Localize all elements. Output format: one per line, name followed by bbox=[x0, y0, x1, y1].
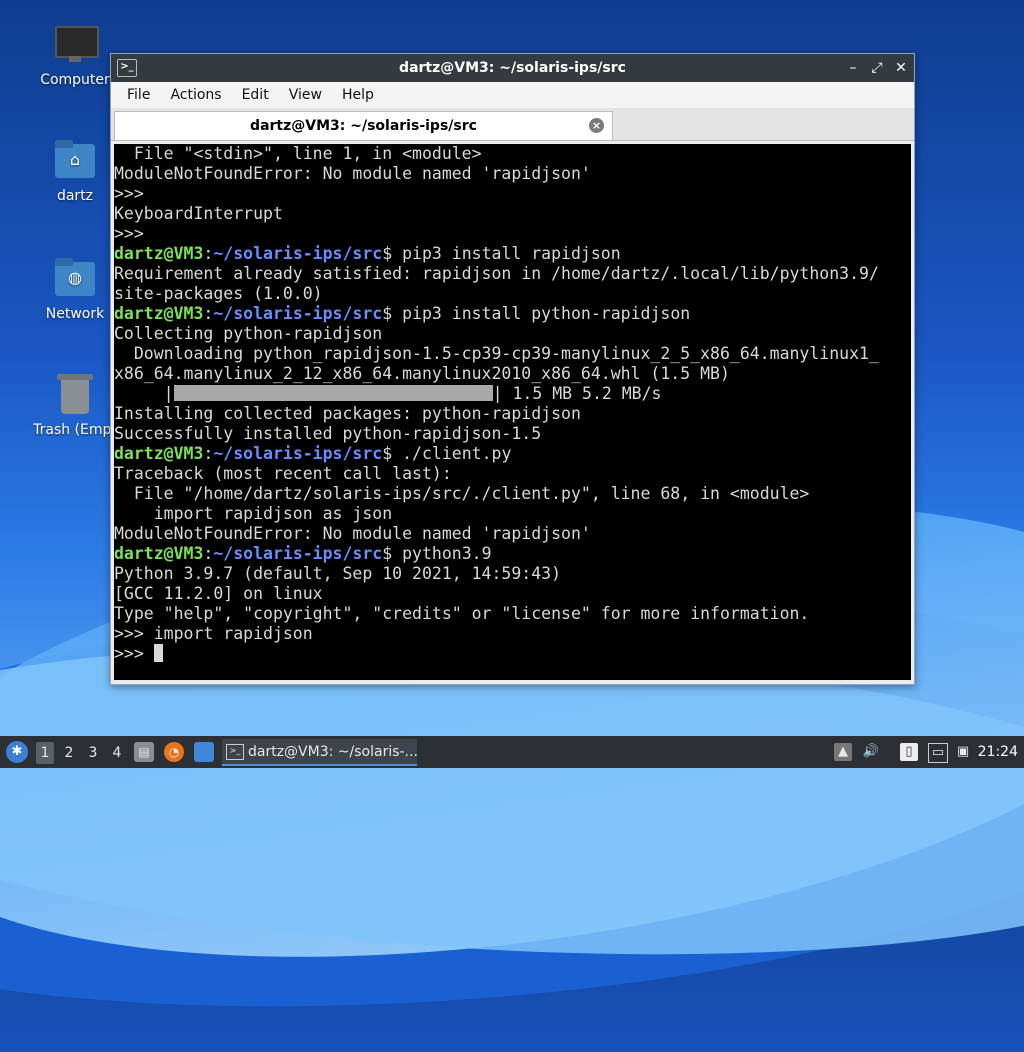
window-title: dartz@VM3: ~/solaris-ips/src bbox=[399, 60, 626, 76]
terminal-line: Downloading python_rapidjson-1.5-cp39-cp… bbox=[114, 344, 879, 363]
terminal-line: site-packages (1.0.0) bbox=[114, 284, 323, 303]
terminal-window[interactable]: >_ dartz@VM3: ~/solaris-ips/src – ⤢ ✕ Fi… bbox=[110, 53, 915, 685]
prompt-path: ~/solaris-ips/src bbox=[213, 244, 383, 263]
workspace-4[interactable]: 4 bbox=[108, 742, 126, 764]
tab-title: dartz@VM3: ~/solaris-ips/src bbox=[250, 118, 477, 134]
home-folder-icon: ⌂ bbox=[53, 138, 97, 182]
prompt-colon: : bbox=[203, 304, 214, 323]
tab-bar: dartz@VM3: ~/solaris-ips/src × bbox=[111, 108, 914, 141]
maximize-button[interactable]: ⤢ bbox=[870, 54, 884, 82]
terminal-line: ModuleNotFoundError: No module named 'ra… bbox=[114, 524, 591, 543]
terminal-line: [GCC 11.2.0] on linux bbox=[114, 584, 323, 603]
notification-icon[interactable]: ▣ bbox=[954, 743, 972, 761]
terminal-line: File "<stdin>", line 1, in <module> bbox=[114, 144, 482, 163]
volume-icon[interactable]: 🔊 bbox=[862, 743, 880, 761]
terminal-line: Installing collected packages: python-ra… bbox=[114, 404, 581, 423]
menu-view[interactable]: View bbox=[279, 87, 332, 103]
prompt-colon: : bbox=[203, 444, 214, 463]
terminal-line: >>> bbox=[114, 184, 144, 203]
terminal-line: x86_64.manylinux_2_12_x86_64.manylinux20… bbox=[114, 364, 730, 383]
minimize-button[interactable]: – bbox=[846, 54, 860, 82]
close-button[interactable]: ✕ bbox=[894, 54, 908, 82]
terminal-line: Collecting python-rapidjson bbox=[114, 324, 383, 343]
terminal-line: ModuleNotFoundError: No module named 'ra… bbox=[114, 164, 591, 183]
command-text: pip3 install rapidjson bbox=[392, 244, 621, 263]
prompt-user: dartz@VM3 bbox=[114, 444, 204, 463]
terminal-line: >>> bbox=[114, 224, 144, 243]
keyboard-layout-icon[interactable]: ▲ bbox=[834, 743, 852, 761]
clock[interactable]: 21:24 bbox=[978, 736, 1018, 768]
trash-icon bbox=[53, 372, 97, 416]
prompt-dollar: $ bbox=[382, 544, 393, 563]
prompt-path: ~/solaris-ips/src bbox=[213, 544, 383, 563]
window-titlebar[interactable]: >_ dartz@VM3: ~/solaris-ips/src – ⤢ ✕ bbox=[111, 54, 914, 82]
taskbar-task-terminal[interactable]: >_ dartz@VM3: ~/solaris-... bbox=[222, 739, 417, 766]
taskbar: ✱ 1 2 3 4 ▤ ◔ >_ dartz@VM3: ~/solaris-..… bbox=[0, 736, 1024, 768]
prompt-user: dartz@VM3 bbox=[114, 304, 204, 323]
file-manager-icon[interactable]: ▤ bbox=[134, 742, 154, 762]
workspace-3[interactable]: 3 bbox=[84, 742, 102, 764]
start-menu-icon[interactable]: ✱ bbox=[6, 741, 28, 763]
terminal-line: import rapidjson as json bbox=[114, 504, 393, 523]
python-prompt: >>> bbox=[114, 644, 154, 663]
prompt-colon: : bbox=[203, 244, 214, 263]
terminal-line: File "/home/dartz/solaris-ips/src/./clie… bbox=[114, 484, 810, 503]
prompt-user: dartz@VM3 bbox=[114, 244, 204, 263]
download-progress-line: | | 1.5 MB 5.2 MB/s bbox=[114, 384, 911, 404]
menu-edit[interactable]: Edit bbox=[232, 87, 279, 103]
terminal-line: Python 3.9.7 (default, Sep 10 2021, 14:5… bbox=[114, 564, 562, 583]
computer-icon bbox=[53, 22, 99, 66]
network-folder-icon: ◍ bbox=[53, 256, 97, 300]
clipboard-icon[interactable]: ▯ bbox=[900, 743, 918, 761]
menu-file[interactable]: File bbox=[117, 87, 160, 103]
tab-close-icon[interactable]: × bbox=[589, 118, 604, 133]
terminal-line: >>> import rapidjson bbox=[114, 624, 313, 643]
prompt-dollar: $ bbox=[382, 244, 393, 263]
terminal-input-line[interactable]: >>> bbox=[114, 644, 911, 664]
command-text: python3.9 bbox=[392, 544, 492, 563]
prompt-user: dartz@VM3 bbox=[114, 544, 204, 563]
workspace-2[interactable]: 2 bbox=[60, 742, 78, 764]
command-text: pip3 install python-rapidjson bbox=[392, 304, 691, 323]
terminal-line: Traceback (most recent call last): bbox=[114, 464, 452, 483]
terminal-icon: >_ bbox=[226, 744, 244, 760]
menubar: File Actions Edit View Help bbox=[111, 82, 914, 108]
terminal-line: KeyboardInterrupt bbox=[114, 204, 283, 223]
terminal-app-icon: >_ bbox=[117, 59, 137, 77]
text-cursor bbox=[153, 644, 163, 662]
terminal-prompt-line: dartz@VM3:~/solaris-ips/src$ ./client.py bbox=[114, 444, 911, 464]
network-status-icon[interactable]: ▭ bbox=[928, 743, 948, 763]
task-label: dartz@VM3: ~/solaris-... bbox=[248, 744, 417, 760]
terminal-prompt-line: dartz@VM3:~/solaris-ips/src$ pip3 instal… bbox=[114, 244, 911, 264]
terminal-line: Type "help", "copyright", "credits" or "… bbox=[114, 604, 810, 623]
prompt-path: ~/solaris-ips/src bbox=[213, 304, 383, 323]
terminal-line: Requirement already satisfied: rapidjson… bbox=[114, 264, 879, 283]
show-desktop-icon[interactable] bbox=[194, 742, 214, 762]
prompt-dollar: $ bbox=[382, 444, 393, 463]
progress-suffix: | 1.5 MB 5.2 MB/s bbox=[492, 384, 662, 403]
menu-actions[interactable]: Actions bbox=[160, 87, 231, 103]
terminal-prompt-line: dartz@VM3:~/solaris-ips/src$ python3.9 bbox=[114, 544, 911, 564]
terminal-line: Successfully installed python-rapidjson-… bbox=[114, 424, 542, 443]
progress-prefix: | bbox=[114, 384, 174, 403]
workspace-1[interactable]: 1 bbox=[36, 742, 54, 764]
menu-help[interactable]: Help bbox=[332, 87, 384, 103]
tab-terminal[interactable]: dartz@VM3: ~/solaris-ips/src × bbox=[114, 111, 613, 140]
terminal-prompt-line: dartz@VM3:~/solaris-ips/src$ pip3 instal… bbox=[114, 304, 911, 324]
prompt-path: ~/solaris-ips/src bbox=[213, 444, 383, 463]
prompt-dollar: $ bbox=[382, 304, 393, 323]
download-progress-bar bbox=[173, 385, 493, 401]
prompt-colon: : bbox=[203, 544, 214, 563]
terminal-output[interactable]: File "<stdin>", line 1, in <module> Modu… bbox=[114, 144, 911, 680]
command-text: ./client.py bbox=[392, 444, 512, 463]
firefox-icon[interactable]: ◔ bbox=[164, 742, 184, 762]
